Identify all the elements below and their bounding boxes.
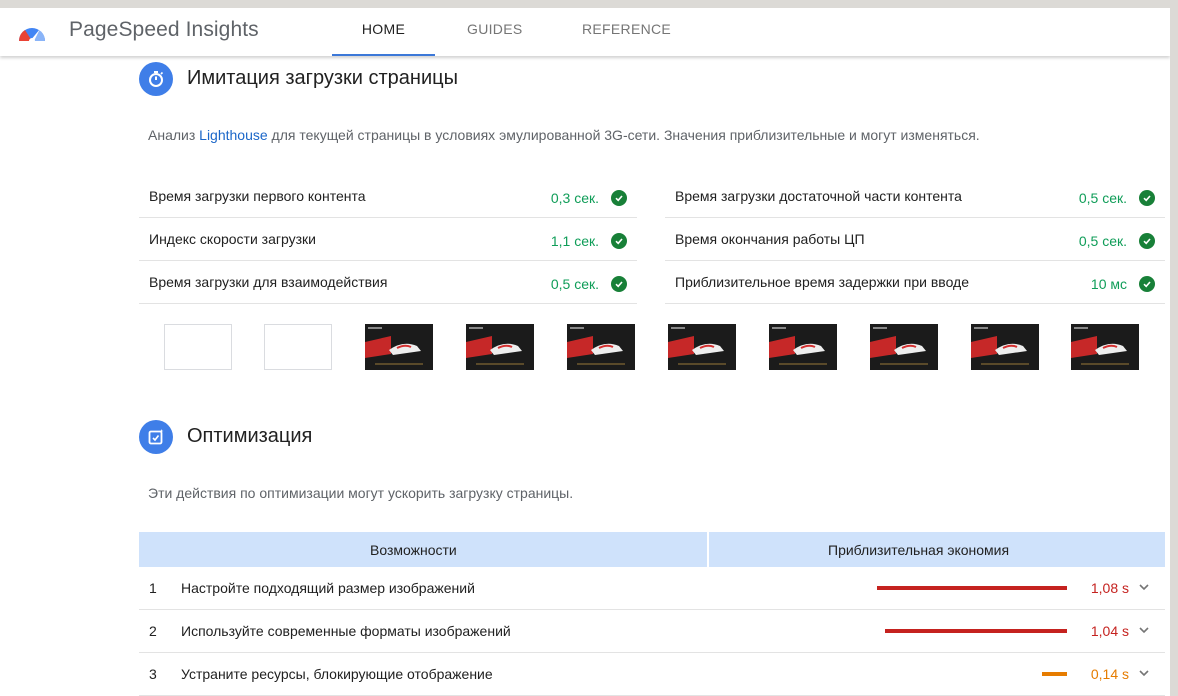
lab-desc-prefix: Анализ <box>148 127 200 143</box>
top-app-bar: PageSpeed Insights HOME GUIDES REFERENCE <box>0 8 1170 56</box>
metric-value: 0,5 сек. <box>1078 190 1127 206</box>
savings-bar <box>877 586 1067 590</box>
lab-description: Анализ Lighthouse для текущей страницы в… <box>148 127 980 143</box>
filmstrip-frame <box>466 324 534 370</box>
row-number: 1 <box>149 580 157 596</box>
tab-reference[interactable]: REFERENCE <box>582 21 671 56</box>
metric-speed-index: Индекс скорости загрузки 1,1 сек. <box>139 218 637 261</box>
metric-label: Приблизительное время задержки при вводе <box>675 274 969 290</box>
metric-value: 1,1 сек. <box>550 233 599 249</box>
check-icon <box>611 276 627 292</box>
metric-value: 0,5 сек. <box>550 276 599 292</box>
savings-value: 0,14 s <box>1090 666 1129 682</box>
opt-section-title: Оптимизация <box>187 425 313 447</box>
filmstrip-frame <box>870 324 938 370</box>
check-icon <box>1139 233 1155 249</box>
filmstrip-frame <box>264 324 332 370</box>
filmstrip-frame <box>668 324 736 370</box>
metric-value: 0,3 сек. <box>550 190 599 206</box>
row-label: Устраните ресурсы, блокирующие отображен… <box>181 666 493 682</box>
metric-label: Время загрузки первого контента <box>149 188 366 204</box>
metric-fcp: Время загрузки первого контента 0,3 сек. <box>139 175 637 218</box>
stopwatch-icon <box>139 62 173 96</box>
chevron-down-icon[interactable] <box>1137 623 1151 637</box>
opportunity-row[interactable]: 2 Используйте современные форматы изобра… <box>139 610 1165 653</box>
metric-label: Время загрузки для взаимодействия <box>149 274 388 290</box>
check-icon <box>611 190 627 206</box>
filmstrip-frame <box>769 324 837 370</box>
opportunity-row[interactable]: 3 Устраните ресурсы, блокирующие отображ… <box>139 653 1165 696</box>
metric-label: Время окончания работы ЦП <box>675 231 865 247</box>
tab-home[interactable]: HOME <box>332 21 435 56</box>
metric-input-latency: Приблизительное время задержки при вводе… <box>665 261 1165 304</box>
metric-value: 0,5 сек. <box>1078 233 1127 249</box>
filmstrip-frame <box>567 324 635 370</box>
filmstrip-frame <box>1071 324 1139 370</box>
tab-guides[interactable]: GUIDES <box>467 21 522 56</box>
savings-value: 1,08 s <box>1090 580 1129 596</box>
filmstrip-frame <box>164 324 232 370</box>
check-icon <box>1139 276 1155 292</box>
chevron-down-icon[interactable] <box>1137 580 1151 594</box>
check-icon <box>1139 190 1155 206</box>
opportunity-row[interactable]: 1 Настройте подходящий размер изображени… <box>139 567 1165 610</box>
chevron-down-icon[interactable] <box>1137 666 1151 680</box>
lighthouse-link[interactable]: Lighthouse <box>199 127 268 143</box>
metric-value: 10 мс <box>1090 276 1127 292</box>
row-number: 3 <box>149 666 157 682</box>
row-label: Используйте современные форматы изображе… <box>181 623 511 639</box>
check-icon <box>611 233 627 249</box>
filmstrip-frame <box>365 324 433 370</box>
metric-tti: Время загрузки для взаимодействия 0,5 се… <box>139 261 637 304</box>
row-number: 2 <box>149 623 157 639</box>
optimization-icon <box>139 420 173 454</box>
col-savings: Приблизительная экономия <box>828 542 1010 558</box>
opportunities-table-header: Возможности Приблизительная экономия <box>139 532 1165 567</box>
savings-bar <box>1042 672 1067 676</box>
savings-bar <box>885 629 1067 633</box>
pagespeed-logo-icon[interactable] <box>15 21 49 43</box>
lab-desc-suffix: для текущей страницы в условиях эмулиров… <box>267 127 980 143</box>
metric-label: Время загрузки достаточной части контент… <box>675 188 962 204</box>
lab-section-title: Имитация загрузки страницы <box>187 67 458 89</box>
column-divider <box>707 532 709 567</box>
filmstrip-frame <box>971 324 1039 370</box>
metric-cpu-idle: Время окончания работы ЦП 0,5 сек. <box>665 218 1165 261</box>
metric-label: Индекс скорости загрузки <box>149 231 316 247</box>
brand-title[interactable]: PageSpeed Insights <box>69 18 259 42</box>
savings-value: 1,04 s <box>1090 623 1129 639</box>
row-label: Настройте подходящий размер изображений <box>181 580 475 596</box>
pagespeed-page: PageSpeed Insights HOME GUIDES REFERENCE… <box>0 8 1170 696</box>
col-opportunity: Возможности <box>370 542 457 558</box>
opt-description: Эти действия по оптимизации могут ускори… <box>148 485 574 501</box>
metric-fmp: Время загрузки достаточной части контент… <box>665 175 1165 218</box>
